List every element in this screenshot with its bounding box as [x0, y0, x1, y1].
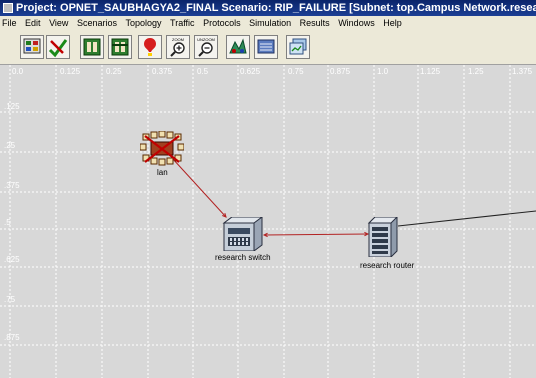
y-tick: .25: [4, 141, 16, 150]
menu-help[interactable]: Help: [379, 16, 406, 30]
lan-icon: [139, 130, 185, 166]
y-tick: .125: [4, 102, 20, 111]
lan-label: lan: [157, 168, 168, 177]
x-tick: 0.5: [197, 67, 209, 76]
recover-node-icon: [111, 38, 129, 56]
x-tick: 0.0: [12, 67, 24, 76]
fail-node-button[interactable]: [80, 35, 104, 59]
menu-view[interactable]: View: [45, 16, 72, 30]
open-palette-icon: [23, 38, 41, 54]
y-tick: .75: [4, 295, 16, 304]
open-palette-button[interactable]: [20, 35, 44, 59]
x-tick: 1.25: [468, 67, 484, 76]
zoom-label: ZOOM: [172, 37, 184, 42]
workspace-grid: [0, 65, 536, 378]
research-switch-node[interactable]: [222, 216, 264, 252]
unzoom-button[interactable]: UNZOOM: [194, 35, 218, 59]
configure-simulation-icon: [229, 38, 247, 54]
research-router-label: research router: [360, 261, 415, 270]
x-tick: 0.625: [240, 67, 261, 76]
lan-node[interactable]: [139, 130, 185, 167]
failure-x-icon: [144, 135, 180, 163]
app-icon[interactable]: [3, 3, 13, 13]
check-links-icon: [48, 39, 68, 58]
return-to-parent-icon: [144, 38, 156, 56]
configure-simulation-button[interactable]: [226, 35, 250, 59]
menu-bar: File Edit View Scenarios Topology Traffi…: [0, 16, 536, 30]
menu-edit[interactable]: Edit: [21, 16, 45, 30]
x-tick: 0.25: [106, 67, 122, 76]
y-tick: .375: [4, 181, 20, 190]
y-tick: .625: [4, 255, 20, 264]
x-tick: 0.875: [330, 67, 351, 76]
fail-node-icon: [83, 38, 101, 56]
menu-windows[interactable]: Windows: [334, 16, 379, 30]
project-workspace[interactable]: 0.0 0.125 0.25 0.375 0.5 0.625 0.75 0.87…: [0, 65, 536, 378]
switch-icon: [222, 216, 264, 252]
unzoom-icon: UNZOOM: [197, 37, 215, 57]
window-title: Project: OPNET_SAUBHAGYA2_FINAL Scenario…: [16, 2, 536, 14]
x-tick: 1.375: [512, 67, 533, 76]
return-to-parent-button[interactable]: [138, 35, 162, 59]
research-switch-label: research switch: [215, 253, 271, 262]
toolbar: ZOOM UNZOOM: [0, 30, 536, 65]
y-tick: .875: [4, 333, 20, 342]
zoom-in-button[interactable]: ZOOM: [166, 35, 190, 59]
research-router-node[interactable]: [367, 216, 399, 258]
hide-graphs-icon: [289, 38, 307, 55]
recover-node-button[interactable]: [108, 35, 132, 59]
x-tick: 0.125: [60, 67, 81, 76]
menu-scenarios[interactable]: Scenarios: [73, 16, 121, 30]
x-tick: 1.0: [377, 67, 389, 76]
menu-traffic[interactable]: Traffic: [166, 16, 199, 30]
zoom-in-icon: ZOOM: [170, 37, 185, 57]
unzoom-label: UNZOOM: [197, 37, 215, 42]
menu-protocols[interactable]: Protocols: [199, 16, 245, 30]
router-icon: [367, 216, 399, 258]
check-links-button[interactable]: [46, 35, 70, 59]
menu-simulation[interactable]: Simulation: [245, 16, 295, 30]
view-results-icon: [257, 39, 275, 54]
menu-topology[interactable]: Topology: [121, 16, 165, 30]
router-external-link[interactable]: [397, 210, 536, 227]
x-tick: 0.75: [288, 67, 304, 76]
x-tick: 0.375: [152, 67, 173, 76]
menu-results[interactable]: Results: [296, 16, 334, 30]
x-tick: 1.125: [420, 67, 441, 76]
view-results-button[interactable]: [254, 35, 278, 59]
switch-router-link[interactable]: [263, 233, 369, 236]
menu-file[interactable]: File: [0, 16, 21, 30]
y-tick: .5: [4, 218, 11, 227]
title-bar: Project: OPNET_SAUBHAGYA2_FINAL Scenario…: [0, 0, 536, 16]
hide-graphs-button[interactable]: [286, 35, 310, 59]
